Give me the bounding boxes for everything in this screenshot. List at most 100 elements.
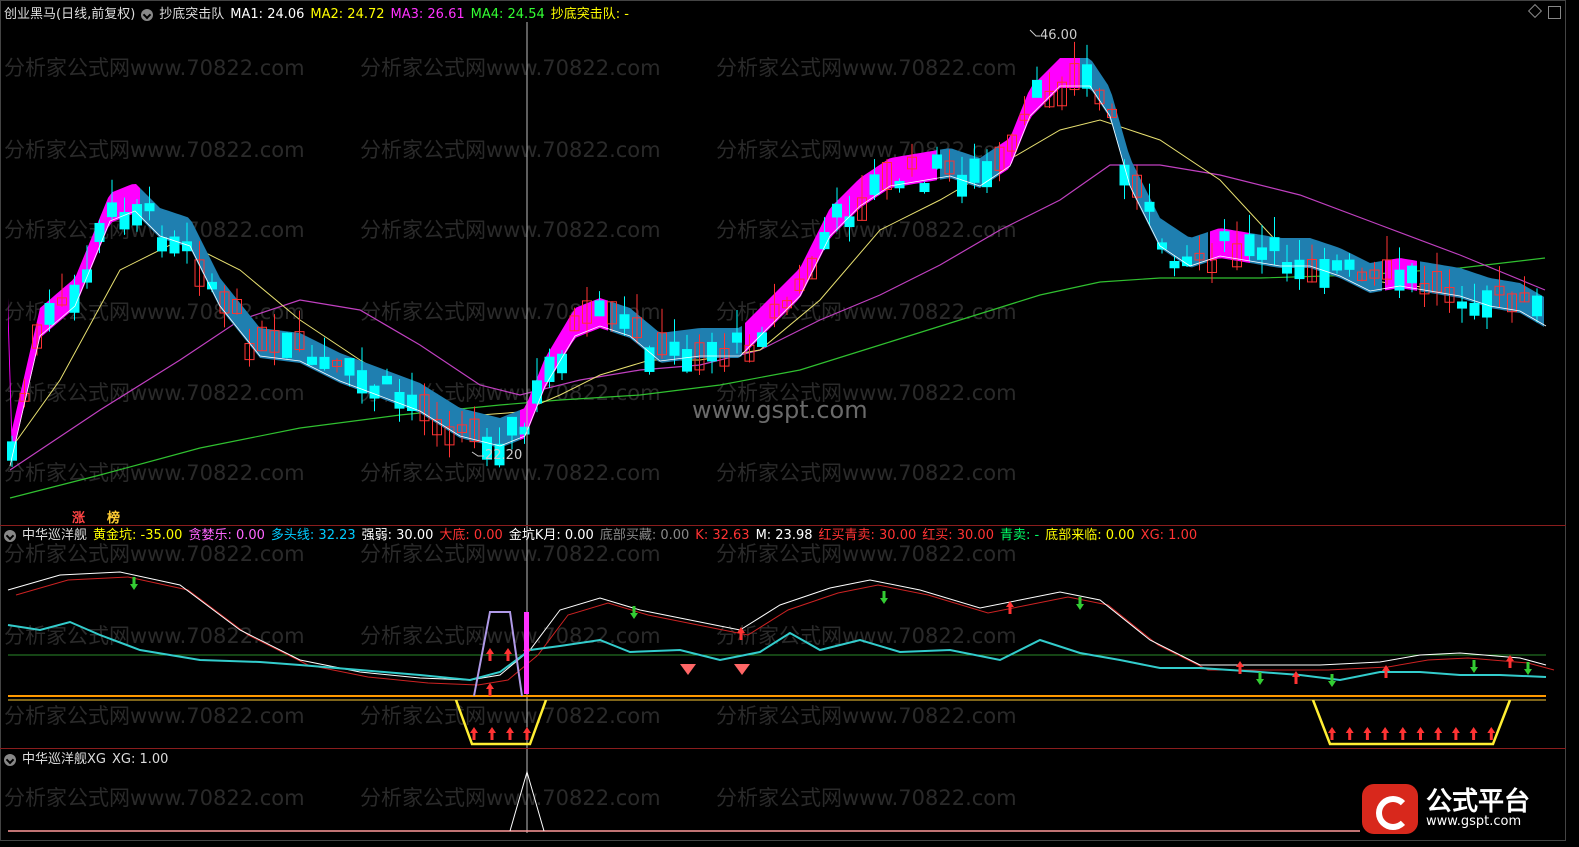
indicator-name[interactable]: 抄底突击队 [159,6,224,24]
indicator-toggle-icon[interactable] [141,9,154,21]
up-arrow-icon [470,727,478,740]
candle-body [1394,269,1405,291]
down-arrow-icon [630,606,638,619]
tag-zhang: 涨 [72,511,86,526]
candle-body [957,174,967,197]
candle-body [969,158,980,183]
ribbon-up-band [1000,58,1080,175]
candle-body [732,332,742,343]
candle-body [1219,231,1230,242]
ma4-label: MA4: 24.54 [470,7,545,22]
up-arrow-icon [523,727,531,740]
candle-body [369,385,380,399]
panel-divider-2 [0,748,1566,749]
panel-divider-1 [0,525,1566,526]
sub-panel-2-toggle-icon[interactable] [4,754,16,766]
sub-panel-1-value-6: 底部买藏: 0.00 [599,528,690,543]
candle-body [157,237,167,252]
up-arrow-icon [1381,727,1390,740]
candle-body [594,300,605,317]
sub-panel-1-toggle-icon[interactable] [4,530,16,542]
maximize-icon[interactable] [1548,6,1561,19]
candle-body [644,347,655,372]
logo-title: 公式平台 [1426,787,1531,817]
sp1-cyan-line [7,620,1547,682]
down-arrow-icon [1328,674,1336,687]
up-arrow-icon [1328,727,1336,740]
sub-panel-1-value-5: 金坑K月: 0.00 [508,528,594,543]
candle-body [394,391,405,409]
candle-body [507,416,517,436]
sub-panel-1-value-2: 多头线: 32.23 [270,528,356,543]
up-arrow-icon [1434,727,1443,740]
gem-icon [680,664,696,675]
candle-body [382,375,392,385]
candle-body [1244,234,1255,257]
candle-body [532,380,542,404]
candle-body [919,183,930,193]
tag-bang: 榜 [107,511,121,526]
sub-panel-1-value-10: 红买: 30.00 [922,528,994,543]
sub-panel-1-value-7: K: 32.63 [695,528,750,543]
up-arrow-icon [1398,727,1407,740]
low-price-label: 22.20 [485,448,523,463]
sub-panel-1-value-13: XG: 1.00 [1140,528,1198,543]
candle-body [757,332,767,347]
up-arrow-icon [486,683,494,696]
sub-panel-1-value-12: 底部来临: 0.00 [1045,528,1135,543]
sp1-m-line [15,576,1555,686]
candle-body [1407,265,1417,284]
sp1-k-line [7,571,1547,681]
down-arrow-icon [1256,672,1264,685]
sub-panel-2-header: 中华巡洋舰XG XG: 1.00 [4,751,168,769]
ma2-label: MA2: 24.72 [310,7,385,22]
candle-body [832,203,842,218]
sub-panel-1-value-4: 大底: 0.00 [439,528,503,543]
candle-body [619,314,630,329]
candle-body [344,358,355,376]
high-price-label: 46.00 [1040,28,1078,43]
sp1-purple-signal [473,611,523,697]
sp1-yellow-trough-2 [1311,699,1512,746]
candle-body [1282,262,1292,274]
sub-panel-1-value-11: 青卖: - [999,528,1040,543]
sp1-yellow-trough-1 [454,699,548,746]
up-arrow-icon [1469,727,1478,740]
candle-body [982,161,992,188]
up-arrow-icon [506,727,514,740]
candle-body [44,303,55,325]
sub-panel-2-name[interactable]: 中华巡洋舰XG [22,751,106,769]
candle-body [107,202,117,218]
candle-body [1032,79,1042,98]
candle-body [1319,259,1330,288]
xg-label: XG: 1.00 [111,752,169,767]
stock-name[interactable]: 创业黑马(日线,前复权) [4,6,135,24]
candle-body [1257,247,1267,260]
down-arrow-icon [880,591,888,604]
sub-panel-1-value-3: 强弱: 30.00 [361,528,434,543]
up-arrow-icon [1292,671,1300,684]
gspt-logo-icon [1362,784,1418,834]
candle-body [132,204,142,226]
diamond-icon[interactable] [1527,3,1543,19]
candle-body [869,174,880,195]
candle-body [1269,237,1280,252]
high-marker [1029,29,1040,37]
sub-panel-1-name[interactable]: 中华巡洋舰 [22,527,87,545]
candle-body [1119,164,1130,186]
up-arrow-icon [1416,727,1425,740]
window-controls [1527,3,1561,19]
up-arrow-icon [1363,727,1372,740]
up-arrow-icon [1451,727,1460,740]
gspt-logo: 公式平台 www.gspt.com [1362,783,1562,835]
candle-body [1169,260,1180,269]
candle-body [844,216,855,228]
candle-body [1294,259,1305,280]
up-arrow-icon [1345,727,1354,740]
signal-label: 抄底突击队: - [550,7,629,22]
down-arrow-icon [1470,660,1478,673]
candle-body [669,341,680,356]
candle-body [1344,259,1355,270]
candle-body [319,356,330,369]
up-arrow-icon [488,727,496,740]
